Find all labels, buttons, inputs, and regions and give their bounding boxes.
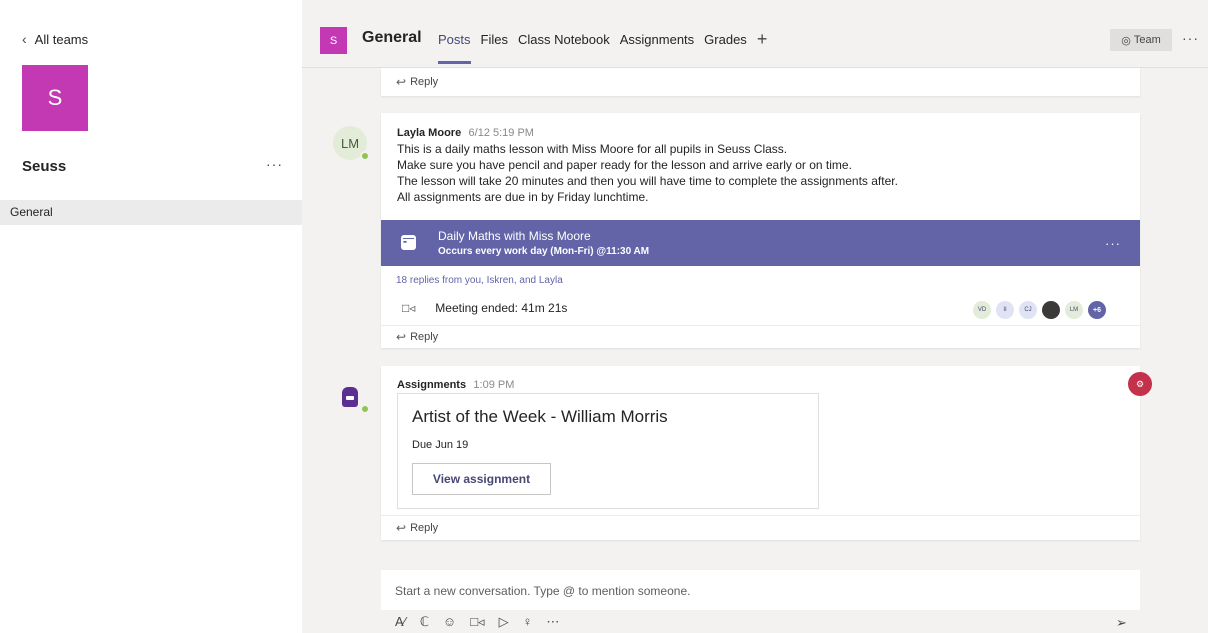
channel-title: General: [362, 29, 422, 46]
meeting-ended-row: □◃ Meeting ended: 41m 21s: [402, 301, 567, 315]
praise-icon[interactable]: ♀: [523, 614, 533, 630]
eye-icon: ◎: [1121, 34, 1131, 47]
team-more-options-button[interactable]: ···: [266, 156, 283, 172]
post-header: Assignments 1:09 PM: [397, 377, 514, 391]
tab-grades[interactable]: Grades: [704, 32, 747, 47]
video-camera-icon: □◃: [402, 301, 416, 315]
divider: [381, 325, 1140, 326]
team-view-label: Team: [1133, 34, 1161, 46]
previous-post-card: ↩ Reply: [381, 68, 1140, 96]
meeting-more-options-button[interactable]: ···: [1105, 236, 1121, 251]
reply-button[interactable]: ↩ Reply: [381, 326, 438, 348]
participant-avatar[interactable]: II: [996, 301, 1014, 319]
header-more-options-button[interactable]: ···: [1182, 30, 1199, 46]
add-tab-button[interactable]: +: [757, 30, 768, 48]
post-line: All assignments are due in by Friday lun…: [397, 190, 649, 204]
presence-available-icon: [360, 404, 370, 414]
reaction-badge-icon[interactable]: ⚙: [1128, 372, 1152, 396]
channel-avatar: S: [320, 27, 347, 54]
divider: [381, 515, 1140, 516]
reply-arrow-icon: ↩: [396, 75, 407, 89]
reply-label: Reply: [410, 76, 439, 88]
tab-files[interactable]: Files: [481, 32, 508, 47]
channel-header: S General Posts Files Class Notebook Ass…: [302, 0, 1208, 68]
tab-assignments[interactable]: Assignments: [620, 32, 694, 47]
meeting-recurrence: Occurs every work day (Mon-Fri) @11:30 A…: [438, 246, 650, 257]
assignment-due-date: Due Jun 19: [412, 439, 469, 451]
meet-now-icon[interactable]: □◃: [470, 614, 484, 630]
meeting-title: Daily Maths with Miss Moore: [438, 229, 591, 243]
chevron-left-icon: ‹: [22, 31, 27, 47]
avatar-initials: LM: [340, 135, 360, 151]
post-line: The lesson will take 20 minutes and then…: [397, 174, 898, 188]
post-card: Assignments 1:09 PM Artist of the Week -…: [381, 366, 1140, 540]
all-teams-label: All teams: [34, 31, 89, 47]
post-body: This is a daily maths lesson with Miss M…: [397, 141, 1117, 205]
reply-label: Reply: [410, 331, 439, 343]
more-options-icon[interactable]: ⋯: [546, 614, 559, 630]
meeting-ended-text: Meeting ended: 41m 21s: [435, 301, 568, 315]
post-author: Layla Moore: [397, 127, 462, 139]
view-assignment-button[interactable]: View assignment: [412, 463, 551, 495]
compose-input[interactable]: Start a new conversation. Type @ to ment…: [381, 570, 1140, 610]
all-teams-link[interactable]: ‹ All teams: [22, 31, 88, 47]
post-timestamp: 6/12 5:19 PM: [468, 127, 534, 139]
reply-arrow-icon: ↩: [396, 330, 407, 344]
participant-list: VD II CJ LM +6: [973, 301, 1106, 319]
replies-summary-link[interactable]: 18 replies from you, Iskren, and Layla: [396, 275, 563, 286]
team-name: Seuss: [22, 158, 67, 175]
post-line: This is a daily maths lesson with Miss M…: [397, 142, 788, 156]
more-participants-badge[interactable]: +6: [1088, 301, 1106, 319]
format-icon[interactable]: A∕: [395, 614, 406, 630]
backpack-icon: [342, 387, 358, 407]
post-line: Make sure you have pencil and paper read…: [397, 158, 852, 172]
attach-icon[interactable]: ℂ: [420, 614, 429, 630]
tab-class-notebook[interactable]: Class Notebook: [518, 32, 610, 47]
participant-avatar[interactable]: CJ: [1019, 301, 1037, 319]
assignment-title: Artist of the Week - William Morris: [412, 407, 668, 426]
channel-item-general[interactable]: General: [0, 200, 302, 225]
assignment-card: Artist of the Week - William Morris Due …: [397, 393, 819, 509]
reply-label: Reply: [410, 522, 439, 534]
meeting-banner[interactable]: Daily Maths with Miss Moore Occurs every…: [381, 220, 1140, 266]
reply-button[interactable]: ↩ Reply: [381, 68, 1140, 96]
reply-arrow-icon: ↩: [396, 521, 407, 535]
calendar-icon: [401, 235, 416, 250]
post-content: Layla Moore 6/12 5:19 PM This is a daily…: [397, 125, 1117, 205]
emoji-icon[interactable]: ☺: [443, 614, 456, 630]
compose-toolbar: A∕ ℂ ☺ □◃ ▷ ♀ ⋯: [395, 614, 559, 630]
reply-button[interactable]: ↩ Reply: [381, 516, 438, 540]
post-timestamp: 1:09 PM: [473, 379, 515, 391]
participant-avatar[interactable]: LM: [1065, 301, 1083, 319]
team-view-button[interactable]: ◎ Team: [1110, 29, 1172, 51]
post-author: Assignments: [397, 379, 467, 391]
send-icon[interactable]: ➢: [1116, 615, 1127, 631]
presence-available-icon: [360, 151, 370, 161]
stream-icon[interactable]: ▷: [499, 614, 509, 630]
post-card: Layla Moore 6/12 5:19 PM This is a daily…: [381, 113, 1140, 348]
tab-posts[interactable]: Posts: [438, 32, 471, 64]
team-avatar[interactable]: S: [22, 65, 88, 131]
team-sidebar: ‹ All teams S Seuss ··· General: [0, 0, 302, 633]
participant-avatar[interactable]: VD: [973, 301, 991, 319]
participant-photo-avatar[interactable]: [1042, 301, 1060, 319]
channel-tabs: Posts Files Class Notebook Assignments G…: [438, 30, 768, 64]
